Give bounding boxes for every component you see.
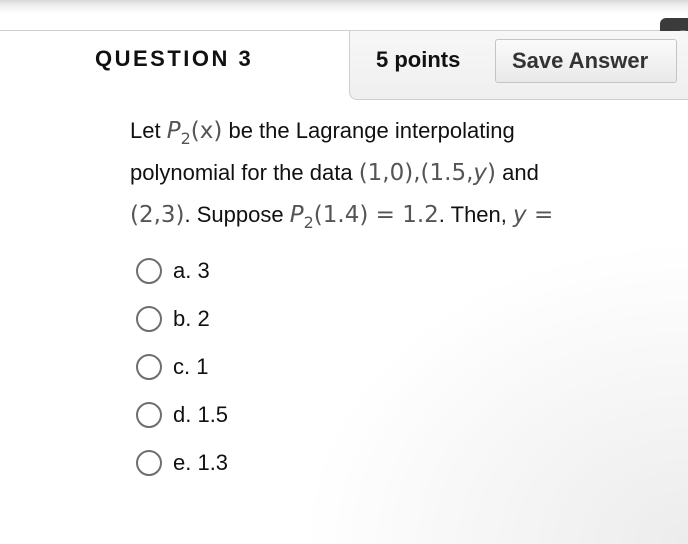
question-text: and <box>502 160 539 185</box>
option-label: c. 1 <box>173 354 209 379</box>
math-p2x: P2(x) <box>166 118 223 148</box>
question-text: . Then, <box>438 202 507 227</box>
math-symbol: P <box>166 118 181 144</box>
question-text: Let <box>130 118 161 143</box>
math-point: (1,0), <box>358 160 421 186</box>
math-point: ) <box>487 160 497 186</box>
math-symbol: P <box>289 202 304 228</box>
math-value: (1.4) = 1.2 <box>313 202 439 228</box>
answer-option-b[interactable]: b. 2 <box>136 303 210 335</box>
question-line-1: Let P2(x) be the Lagrange interpolating <box>130 118 515 148</box>
math-point: (1.5, <box>420 160 474 186</box>
radio-button[interactable] <box>136 450 162 476</box>
answer-option-e[interactable]: e. 1.3 <box>136 447 228 479</box>
answer-option-c[interactable]: c. 1 <box>136 351 208 383</box>
radio-button[interactable] <box>136 258 162 284</box>
option-label: b. 2 <box>173 306 210 331</box>
question-text: be the Lagrange interpolating <box>228 118 515 143</box>
math-variable: y <box>513 202 527 228</box>
math-subscript: 2 <box>303 213 314 232</box>
background-shade <box>300 240 688 544</box>
question-title: QUESTION 3 <box>95 46 254 71</box>
option-label: d. 1.5 <box>173 402 229 427</box>
answer-option-a[interactable]: a. 3 <box>136 255 210 287</box>
option-label: e. 1.3 <box>173 450 229 475</box>
math-argument: (x) <box>190 118 223 144</box>
question-line-3: (2,3). Suppose P2(1.4) = 1.2. Then, y = <box>130 202 553 232</box>
radio-button[interactable] <box>136 402 162 428</box>
math-subscript: 2 <box>180 129 191 148</box>
radio-button[interactable] <box>136 354 162 380</box>
math-equals: = <box>533 202 554 228</box>
answer-option-d[interactable]: d. 1.5 <box>136 399 228 431</box>
radio-button[interactable] <box>136 306 162 332</box>
question-line-2: polynomial for the data (1,0),(1.5,y) an… <box>130 160 539 186</box>
math-variable: y <box>473 160 488 186</box>
points-label: 5 points <box>376 47 461 72</box>
top-shadow <box>0 0 688 14</box>
math-points: (1,0),(1.5,y) <box>359 160 496 186</box>
save-answer-button[interactable]: Save Answer <box>495 39 677 83</box>
question-text: . Suppose <box>184 202 284 227</box>
question-text: polynomial for the data <box>130 160 353 185</box>
option-label: a. 3 <box>173 258 210 283</box>
math-evaluation: P2(1.4) = 1.2 <box>289 202 439 232</box>
math-y-equals: y = <box>513 202 553 228</box>
math-point: (2,3) <box>130 202 185 228</box>
